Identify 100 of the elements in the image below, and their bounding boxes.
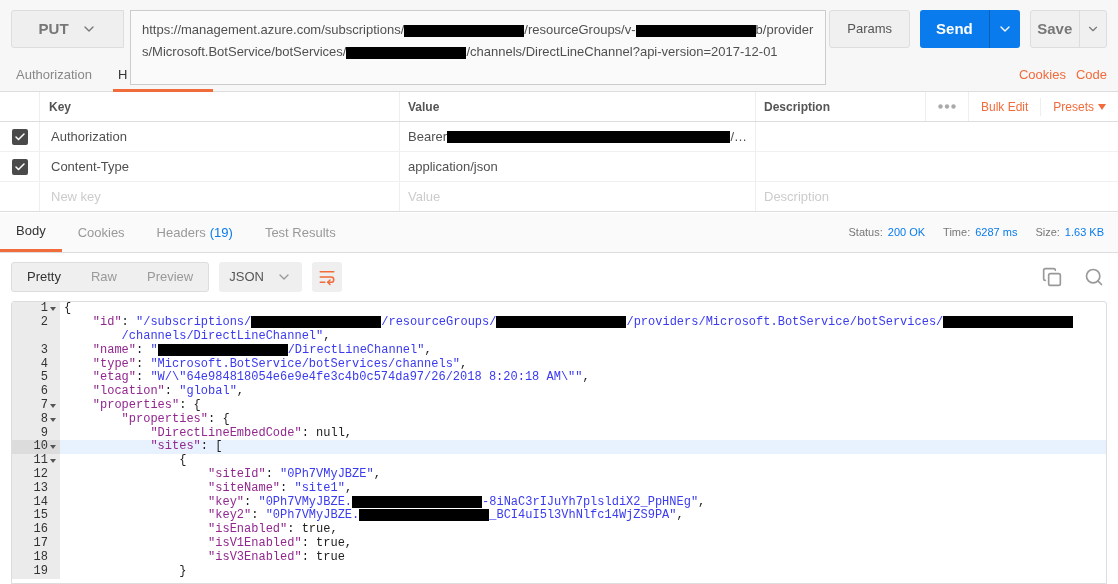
code-text: "location"	[91, 384, 165, 399]
response-tab[interactable]: Test Results	[248, 213, 352, 252]
copy-icon[interactable]	[1042, 267, 1062, 287]
line-number: 8	[40, 412, 48, 427]
checkbox[interactable]	[11, 158, 28, 175]
fold-caret-icon[interactable]	[50, 417, 56, 422]
line-number: 1	[40, 302, 48, 316]
line-number: 5	[40, 371, 48, 385]
code-text: ,	[676, 508, 684, 523]
fold-caret-icon[interactable]	[50, 445, 56, 450]
meta-label: Size:	[1035, 225, 1060, 241]
code-text: :	[136, 356, 145, 371]
code-text: : null,	[301, 425, 353, 440]
code-text: }	[178, 563, 187, 578]
column-header: Description	[764, 98, 830, 116]
code-text: :	[121, 314, 130, 329]
link[interactable]: Code	[1075, 64, 1107, 84]
meta-value: 1.63 KB	[1064, 225, 1104, 241]
code-text: "global"	[179, 384, 237, 399]
send-button[interactable]: Send	[920, 10, 1020, 48]
presets-dropdown[interactable]: Presets	[1041, 97, 1118, 116]
method-dropdown[interactable]: PUT	[11, 10, 125, 48]
code-text: "site1"	[294, 480, 345, 495]
params-button[interactable]: Params	[828, 10, 911, 48]
checkbox[interactable]	[11, 128, 28, 145]
code-text: {	[64, 302, 72, 315]
code-text: "name"	[91, 342, 136, 357]
request-tab[interactable]: Authorization	[11, 60, 97, 89]
code-text: "key2"	[207, 508, 252, 523]
response-tab[interactable]: Headers (19)	[140, 213, 249, 252]
code-text: _BCI4uI5l3VhNlfc14WjZS9PA"	[489, 508, 677, 523]
fold-caret-icon[interactable]	[50, 306, 56, 311]
header-value: Bearer /…	[400, 122, 756, 151]
code-text: "0Ph7VMyJBZE.	[265, 508, 360, 523]
line-number: 4	[40, 357, 48, 371]
view-mode-button[interactable]: Pretty	[12, 263, 76, 291]
code-text: "properties"	[91, 397, 180, 412]
check-icon	[13, 130, 26, 143]
url-field[interactable]: https://management.azure.com/subscriptions/ /resourceGroups/v- b/providers/Microsoft.BotService/botServices/ /channels/DirectLineChannel?api-version=2017-12-01	[130, 10, 826, 85]
view-mode-button[interactable]: Preview	[132, 263, 209, 291]
column-header: Key	[49, 98, 71, 116]
code-text: "key"	[207, 494, 245, 509]
code-text: :	[244, 494, 253, 509]
format-dropdown[interactable]: JSON	[219, 262, 302, 292]
code-text: "	[150, 342, 158, 357]
request-tab[interactable]: H	[112, 60, 133, 89]
code-text: :	[164, 384, 174, 399]
code-text: : true	[301, 550, 345, 565]
code-text: -8iNaC3rIJuYh7plsldiX2_PpHNEg"	[482, 494, 699, 509]
code-text: : true,	[287, 522, 338, 537]
code-text: /DirectLineChannel"	[287, 342, 425, 357]
line-number: 9	[40, 426, 48, 440]
line-number: 12	[33, 467, 48, 482]
code-text: "id"	[91, 314, 122, 329]
code-text: "type"	[91, 356, 136, 371]
response-tab[interactable]: Cookies	[61, 213, 141, 252]
code-text: "0Ph7VMyJBZE.	[258, 494, 353, 509]
meta-label: Time:	[943, 225, 971, 241]
line-number: 2	[40, 315, 48, 331]
code-text: ,	[323, 328, 331, 343]
line-number: 16	[33, 523, 48, 537]
code-text: /channels/DirectLineChannel"	[120, 328, 324, 343]
code-text: "etag"	[91, 370, 136, 385]
meta-value: 200 OK	[887, 225, 926, 241]
code-text: "properties"	[120, 411, 209, 426]
response-tab[interactable]: Body	[0, 213, 62, 252]
code-text: ,	[582, 370, 590, 385]
check-icon	[13, 160, 26, 173]
fold-caret-icon[interactable]	[50, 403, 56, 408]
code-text: :	[280, 480, 289, 495]
search-icon[interactable]	[1084, 267, 1104, 287]
line-number: 17	[33, 537, 48, 551]
code-text: ,	[236, 384, 245, 399]
code-text: :	[136, 370, 145, 385]
fold-caret-icon[interactable]	[50, 459, 56, 463]
code-text: : {	[179, 397, 201, 412]
bulk-edit-link[interactable]: Bulk Edit	[968, 97, 1042, 116]
code-text: :	[136, 342, 145, 357]
save-button[interactable]: Save	[1029, 10, 1107, 48]
code-text: : [	[200, 439, 223, 454]
line-number: 7	[40, 398, 48, 413]
code-text: ,	[460, 356, 468, 371]
header-key: Authorization	[51, 126, 127, 147]
code-text: /providers/Microsoft.BotService/botServices/	[626, 314, 944, 329]
meta-label: Status:	[848, 225, 883, 241]
link[interactable]: Cookies	[1018, 64, 1066, 84]
line-number: 11	[33, 454, 48, 468]
code-text: ,	[698, 494, 706, 509]
line-number: 19	[33, 564, 48, 579]
line-number: 15	[33, 509, 48, 523]
wrap-button[interactable]	[311, 262, 342, 292]
code-text: :	[265, 466, 274, 481]
code-text: : true,	[301, 536, 353, 551]
meta-value: 6287 ms	[975, 225, 1018, 241]
view-mode-button[interactable]: Raw	[75, 263, 132, 291]
code-text: "DirectLineEmbedCode"	[149, 425, 302, 440]
line-number: 13	[33, 481, 48, 496]
header-key: Content-Type	[51, 156, 130, 177]
line-number: 10	[33, 440, 48, 454]
code-text: : {	[208, 411, 230, 426]
